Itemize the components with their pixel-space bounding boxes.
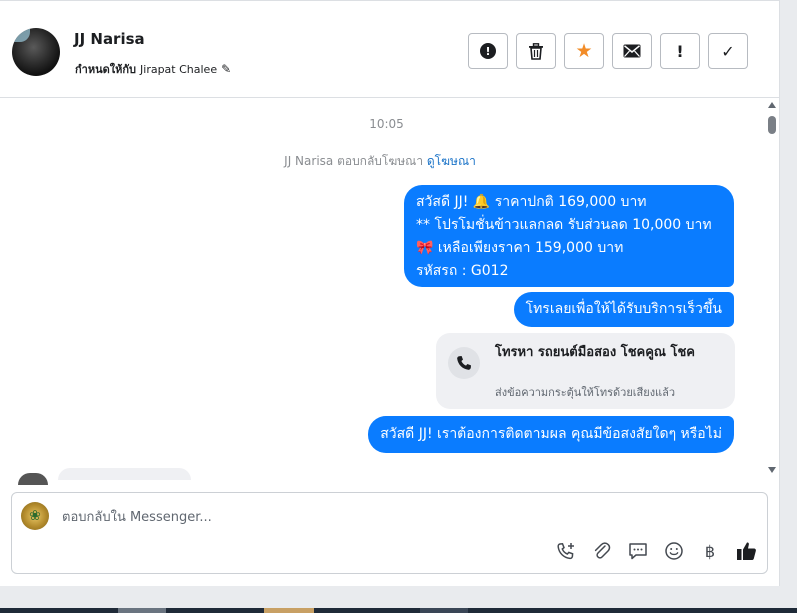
conversation-panel: JJ Narisa กำหนดให้กับ Jirapat Chalee ✎ !…: [0, 0, 780, 586]
page-avatar: ❀: [21, 502, 49, 530]
ad-reply-text: JJ Narisa ตอบกลับโฆษณา: [284, 154, 424, 168]
message-composer: ❀ ตอบกลับใน Messenger... ฿: [11, 492, 768, 574]
call-card-subtitle: ส่งข้อความกระตุ้นให้โทรด้วยเสียงแล้ว: [495, 386, 676, 399]
call-card-title: โทรหา รถยนต์มือสอง โชคคูณ โชค: [495, 345, 696, 360]
contact-avatar-small: [18, 473, 48, 485]
report-spam-button[interactable]: !: [468, 33, 508, 69]
mark-done-button[interactable]: ✓: [708, 33, 748, 69]
scroll-up-arrow-icon[interactable]: [768, 102, 776, 108]
paperclip-icon: [594, 542, 611, 559]
header-actions: ! ★ ! ✓: [468, 33, 748, 69]
message-line: ** โปรโมชั่นข้าวแลกลด รับส่วนลด 10,000 บ…: [416, 217, 712, 233]
attach-button[interactable]: [591, 540, 613, 562]
thumbs-up-icon: [736, 542, 756, 560]
baht-icon: ฿: [704, 541, 716, 561]
scroll-down-arrow-icon[interactable]: [768, 467, 776, 473]
taskbar-app[interactable]: [264, 608, 314, 613]
composer-tools: ฿: [555, 540, 757, 562]
checkmark-icon: ✓: [721, 41, 735, 61]
view-ad-link[interactable]: ดูโฆษณา: [427, 154, 476, 168]
like-button[interactable]: [735, 540, 757, 562]
scrollbar-thumb[interactable]: [768, 116, 776, 134]
contact-name[interactable]: JJ Narisa: [74, 30, 145, 48]
outgoing-message: สวัสดี JJ! 🔔 ราคาปกติ 169,000 บาท ** โปร…: [404, 185, 734, 287]
taskbar-app[interactable]: [420, 608, 468, 613]
message-line: รหัสรถ : G012: [416, 263, 509, 279]
follow-up-button[interactable]: !: [660, 33, 700, 69]
pencil-icon[interactable]: ✎: [221, 62, 231, 76]
call-request-card[interactable]: โทรหา รถยนต์มือสอง โชคคูณ โชค ส่งข้อความ…: [436, 333, 735, 409]
star-icon: ★: [575, 40, 593, 62]
chat-bubble-icon: [629, 543, 647, 560]
exclamation-icon: !: [676, 41, 684, 61]
assignee-row[interactable]: กำหนดให้กับ Jirapat Chalee ✎: [75, 60, 231, 78]
assignee-name: Jirapat Chalee: [140, 62, 218, 76]
assigned-label: กำหนดให้กับ: [75, 63, 137, 76]
delete-button[interactable]: [516, 33, 556, 69]
saved-replies-button[interactable]: [627, 540, 649, 562]
taskbar-app[interactable]: [118, 608, 166, 613]
message-timestamp: 10:05: [369, 117, 404, 131]
star-button[interactable]: ★: [564, 33, 604, 69]
add-call-button[interactable]: [555, 540, 577, 562]
trash-icon: [529, 42, 543, 60]
payment-button[interactable]: ฿: [699, 540, 721, 562]
envelope-icon: [623, 44, 641, 58]
message-line: 🎀 เหลือเพียงราคา 159,000 บาท: [416, 240, 624, 256]
outgoing-message: สวัสดี JJ! เราต้องการติดตามผล คุณมีข้อสง…: [368, 416, 734, 453]
phone-plus-icon: [557, 543, 574, 560]
phone-icon: [448, 347, 480, 379]
outgoing-message: โทรเลยเพื่อให้ได้รับบริการเร็วขึ้น: [513, 292, 734, 327]
ad-reply-notice: JJ Narisa ตอบกลับโฆษณา ดูโฆษณา: [0, 152, 760, 171]
reply-input[interactable]: [60, 506, 660, 528]
message-line: สวัสดี JJ! 🔔 ราคาปกติ 169,000 บาท: [416, 194, 647, 210]
emoji-button[interactable]: [663, 540, 685, 562]
incoming-message-partial: [58, 468, 191, 480]
conversation-header: JJ Narisa กำหนดให้กับ Jirapat Chalee ✎ !…: [0, 4, 780, 98]
alert-circle-icon: !: [480, 43, 496, 59]
mark-unread-button[interactable]: [612, 33, 652, 69]
contact-avatar[interactable]: [12, 28, 60, 76]
smiley-icon: [665, 542, 683, 560]
